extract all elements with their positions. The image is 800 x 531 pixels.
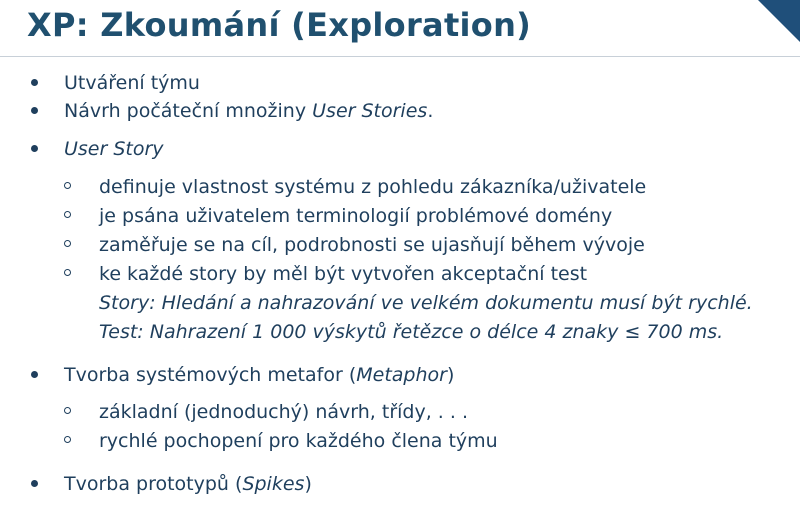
bullet-item-spikes: Tvorba prototypů (Spikes) [64, 473, 312, 495]
sub-bullet-icon [64, 211, 71, 218]
slide-title: XP: Zkoumání (Exploration) [27, 6, 532, 44]
sub-bullet-icon [64, 240, 71, 247]
bullet-icon [31, 107, 38, 114]
test-example: Test: Nahrazení 1 000 výskytů řetězce o … [99, 321, 724, 343]
bullet-item-user-stories-draft: Návrh počáteční množiny User Stories. [64, 100, 434, 122]
corner-decoration [758, 0, 800, 42]
sub-item-acceptance-test: ke každé story by měl být vytvořen akcep… [99, 263, 588, 285]
sub-item-goal-focus: zaměřuje se na cíl, podrobnosti se ujasň… [99, 234, 645, 256]
bullet-icon [31, 480, 38, 487]
sub-item-written-by-user: je psána uživatelem terminologií problém… [99, 205, 613, 227]
bullet-item-team: Utváření týmu [64, 72, 200, 94]
bullet-icon [31, 371, 38, 378]
bullet-item-user-story: User Story [64, 138, 164, 160]
sub-item-defines: definuje vlastnost systému z pohledu zák… [99, 176, 647, 198]
sub-item-basic-design: základní (jednoduchý) návrh, třídy, . . … [99, 401, 469, 423]
title-divider [0, 56, 800, 57]
story-example: Story: Hledání a nahrazování ve velkém d… [99, 292, 753, 314]
sub-bullet-icon [64, 436, 71, 443]
sub-bullet-icon [64, 407, 71, 414]
bullet-icon [31, 79, 38, 86]
sub-bullet-icon [64, 182, 71, 189]
bullet-item-metaphor: Tvorba systémových metafor (Metaphor) [64, 364, 455, 386]
bullet-icon [31, 145, 38, 152]
sub-item-quick-understanding: rychlé pochopení pro každého člena týmu [99, 430, 498, 452]
sub-bullet-icon [64, 269, 71, 276]
